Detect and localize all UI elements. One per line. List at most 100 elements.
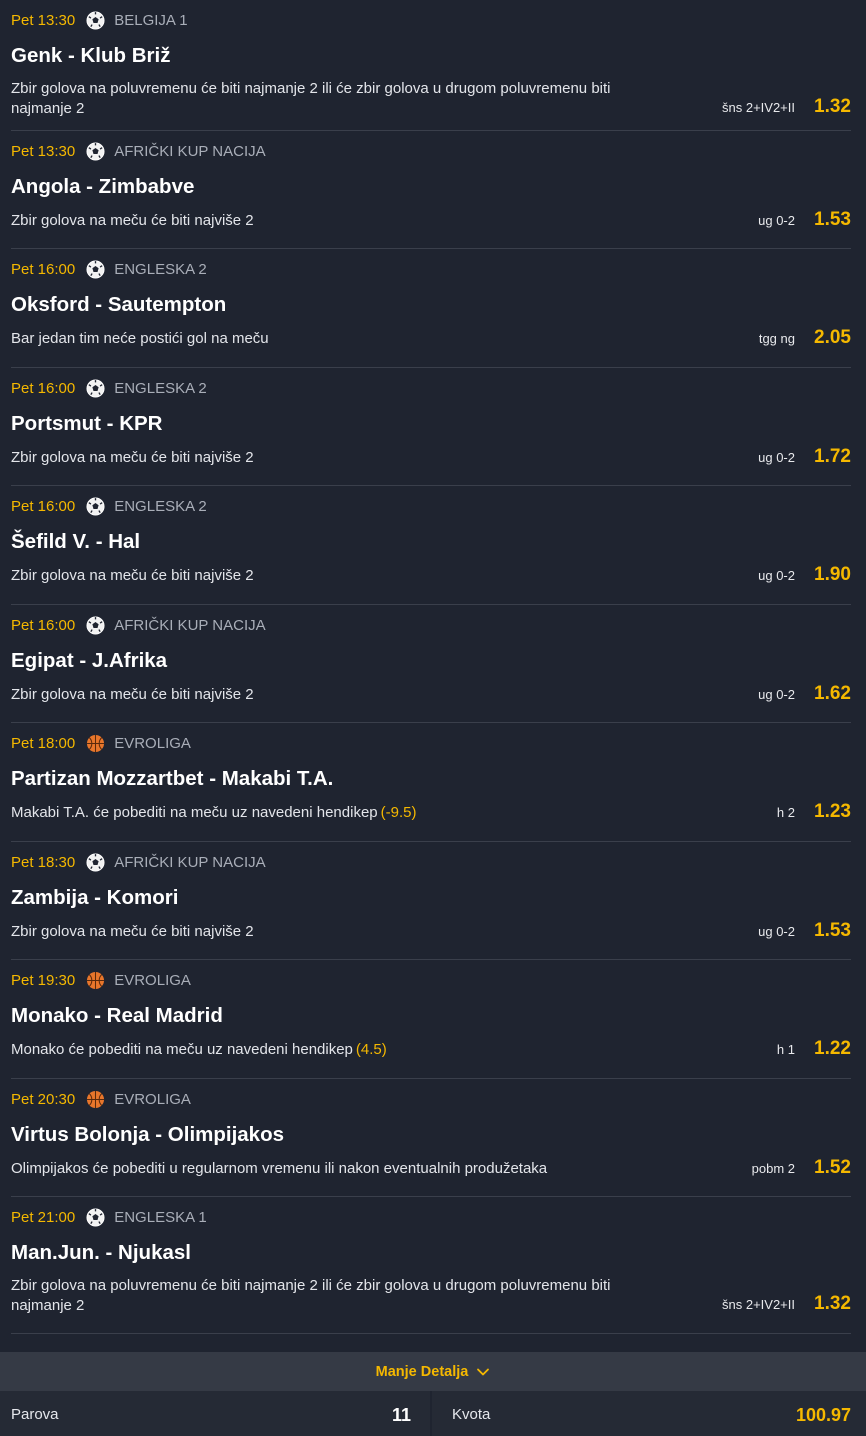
league-name: ENGLESKA 2 bbox=[114, 379, 207, 397]
match-teams[interactable]: Genk - Klub Briž bbox=[11, 44, 170, 68]
match-meta: Pet 21:00 ENGLESKA 1 bbox=[11, 1207, 207, 1227]
match-time: Pet 21:00 bbox=[11, 1208, 76, 1226]
pairs-count: 11 bbox=[391, 1405, 411, 1425]
match-meta: Pet 16:00 ENGLESKA 2 bbox=[11, 259, 207, 279]
bet-description: Zbir golova na meču će biti najviše 2 bbox=[11, 922, 641, 942]
bet-odd: 1.23 bbox=[814, 801, 851, 822]
ticket-summary-footer: Parova 11 Kvota 100.97 bbox=[0, 1391, 866, 1436]
less-details-label: Manje Detalja bbox=[375, 1363, 469, 1380]
bet-odd: 1.52 bbox=[814, 1157, 851, 1178]
match-row[interactable]: Pet 19:30 EVROLIGA Monako - Real Madrid Mon… bbox=[11, 960, 851, 1079]
match-meta: Pet 13:30 AFRIČKI KUP NACIJA bbox=[11, 141, 266, 161]
bet-odd: 1.22 bbox=[814, 1038, 851, 1059]
soccer-ball-icon bbox=[86, 496, 105, 516]
bet-odd: 1.32 bbox=[814, 96, 851, 117]
soccer-ball-icon bbox=[86, 141, 105, 161]
match-row[interactable]: Pet 20:30 EVROLIGA Virtus Bolonja - Olimpi… bbox=[11, 1079, 851, 1197]
match-row[interactable]: Pet 13:30 AFRIČKI KUP NACIJA Angola - Zimb… bbox=[11, 131, 851, 249]
bet-description: Zbir golova na meču će biti najviše 2 bbox=[11, 685, 641, 705]
match-row[interactable]: Pet 16:00 ENGLESKA 2 Portsmut - KPR Zbir go… bbox=[11, 368, 851, 486]
match-row[interactable]: Pet 18:00 EVROLIGA Partizan Mozzartbet - M… bbox=[11, 723, 851, 842]
match-meta: Pet 13:30 BELGIJA 1 bbox=[11, 10, 188, 30]
match-teams[interactable]: Portsmut - KPR bbox=[11, 412, 162, 436]
match-meta: Pet 16:00 ENGLESKA 2 bbox=[11, 378, 207, 398]
league-name: ENGLESKA 1 bbox=[114, 1208, 207, 1226]
league-name: ENGLESKA 2 bbox=[114, 497, 207, 515]
basketball-icon bbox=[87, 971, 105, 989]
bet-code: ug 0-2 bbox=[758, 924, 795, 939]
match-teams[interactable]: Virtus Bolonja - Olimpijakos bbox=[11, 1123, 284, 1147]
bet-description: Zbir golova na meču će biti najviše 2 bbox=[11, 211, 641, 231]
bet-odd: 1.32 bbox=[814, 1293, 851, 1314]
match-teams[interactable]: Zambija - Komori bbox=[11, 886, 178, 910]
match-teams[interactable]: Oksford - Sautempton bbox=[11, 293, 226, 317]
pairs-label: Parova bbox=[11, 1406, 59, 1423]
soccer-ball-icon bbox=[86, 10, 105, 30]
league-name: BELGIJA 1 bbox=[114, 11, 188, 29]
bet-description-text: Zbir golova na poluvremenu će biti najma… bbox=[11, 80, 611, 117]
match-time: Pet 13:30 bbox=[11, 142, 76, 160]
match-row[interactable]: Pet 16:00 ENGLESKA 2 Šefild V. - Hal Zbir g… bbox=[11, 486, 851, 605]
bet-code: ug 0-2 bbox=[758, 568, 795, 583]
soccer-ball-icon bbox=[86, 378, 105, 398]
match-time: Pet 16:00 bbox=[11, 260, 76, 278]
match-time: Pet 20:30 bbox=[11, 1090, 76, 1108]
bet-odd: 2.05 bbox=[814, 327, 851, 348]
bet-code: h 1 bbox=[776, 1042, 795, 1057]
bet-description: Monako će pobediti na meču uz navedeni h… bbox=[11, 1040, 641, 1060]
bet-description-text: Olimpijakos će pobediti u regularnom vre… bbox=[11, 1160, 548, 1177]
bet-code: h 2 bbox=[776, 805, 795, 820]
match-teams[interactable]: Angola - Zimbabve bbox=[11, 175, 194, 199]
bet-odd: 1.72 bbox=[814, 446, 851, 467]
match-row[interactable]: Pet 21:00 ENGLESKA 1 Man.Jun. - Njukasl Zbi… bbox=[11, 1197, 851, 1334]
ticket-match-list: Pet 13:30 BELGIJA 1 Genk - Klub Briž Zbir g… bbox=[0, 0, 866, 1334]
bet-description: Bar jedan tim neće postići gol na meču bbox=[11, 329, 641, 349]
bet-description: Makabi T.A. će pobediti na meču uz naved… bbox=[11, 803, 641, 823]
bet-description: Zbir golova na meču će biti najviše 2 bbox=[11, 448, 641, 468]
match-teams[interactable]: Egipat - J.Afrika bbox=[11, 649, 167, 673]
bet-code: tgg ng bbox=[758, 331, 795, 346]
match-meta: Pet 16:00 AFRIČKI KUP NACIJA bbox=[11, 615, 266, 635]
league-name: ENGLESKA 2 bbox=[114, 260, 207, 278]
handicap-value: (4.5) bbox=[355, 1041, 387, 1058]
match-meta: Pet 18:00 EVROLIGA bbox=[11, 733, 191, 753]
match-row[interactable]: Pet 16:00 ENGLESKA 2 Oksford - Sautempton B… bbox=[11, 249, 851, 368]
match-row[interactable]: Pet 18:30 AFRIČKI KUP NACIJA Zambija - Kom… bbox=[11, 842, 851, 960]
league-name: EVROLIGA bbox=[114, 734, 191, 752]
match-time: Pet 18:30 bbox=[11, 853, 76, 871]
bet-code: šns 2+IV2+II bbox=[722, 1297, 795, 1312]
match-teams[interactable]: Šefild V. - Hal bbox=[11, 530, 140, 554]
bet-code: ug 0-2 bbox=[758, 687, 795, 702]
bet-odd: 1.90 bbox=[814, 564, 851, 585]
match-row[interactable]: Pet 13:30 BELGIJA 1 Genk - Klub Briž Zbir g… bbox=[11, 0, 851, 131]
bet-description: Zbir golova na meču će biti najviše 2 bbox=[11, 566, 641, 586]
bet-description: Zbir golova na poluvremenu će biti najma… bbox=[11, 79, 641, 119]
footer-divider bbox=[430, 1391, 432, 1436]
league-name: EVROLIGA bbox=[114, 971, 191, 989]
match-teams[interactable]: Partizan Mozzartbet - Makabi T.A. bbox=[11, 767, 333, 791]
soccer-ball-icon bbox=[86, 852, 105, 872]
match-time: Pet 18:00 bbox=[11, 734, 76, 752]
bet-description-text: Zbir golova na meču će biti najviše 2 bbox=[11, 923, 254, 940]
bet-code: ug 0-2 bbox=[758, 213, 795, 228]
basketball-icon bbox=[87, 1090, 105, 1108]
bet-description-text: Monako će pobediti na meču uz navedeni h… bbox=[11, 1041, 353, 1058]
basketball-icon bbox=[87, 734, 105, 752]
match-row[interactable]: Pet 16:00 AFRIČKI KUP NACIJA Egipat - J.Af… bbox=[11, 605, 851, 723]
match-meta: Pet 18:30 AFRIČKI KUP NACIJA bbox=[11, 852, 266, 872]
league-name: EVROLIGA bbox=[114, 1090, 191, 1108]
bet-description-text: Bar jedan tim neće postići gol na meču bbox=[11, 330, 269, 347]
league-name: AFRIČKI KUP NACIJA bbox=[114, 142, 266, 160]
bet-description-text: Zbir golova na poluvremenu će biti najma… bbox=[11, 1277, 611, 1314]
bet-odd: 1.53 bbox=[814, 920, 851, 941]
league-name: AFRIČKI KUP NACIJA bbox=[114, 616, 266, 634]
bet-code: ug 0-2 bbox=[758, 450, 795, 465]
match-teams[interactable]: Monako - Real Madrid bbox=[11, 1004, 223, 1028]
bet-description: Olimpijakos će pobediti u regularnom vre… bbox=[11, 1159, 641, 1179]
bet-odd: 1.62 bbox=[814, 683, 851, 704]
league-name: AFRIČKI KUP NACIJA bbox=[114, 853, 266, 871]
match-teams[interactable]: Man.Jun. - Njukasl bbox=[11, 1241, 191, 1265]
bet-description-text: Zbir golova na meču će biti najviše 2 bbox=[11, 567, 254, 584]
match-time: Pet 16:00 bbox=[11, 379, 76, 397]
less-details-button[interactable]: Manje Detalja bbox=[0, 1352, 866, 1391]
